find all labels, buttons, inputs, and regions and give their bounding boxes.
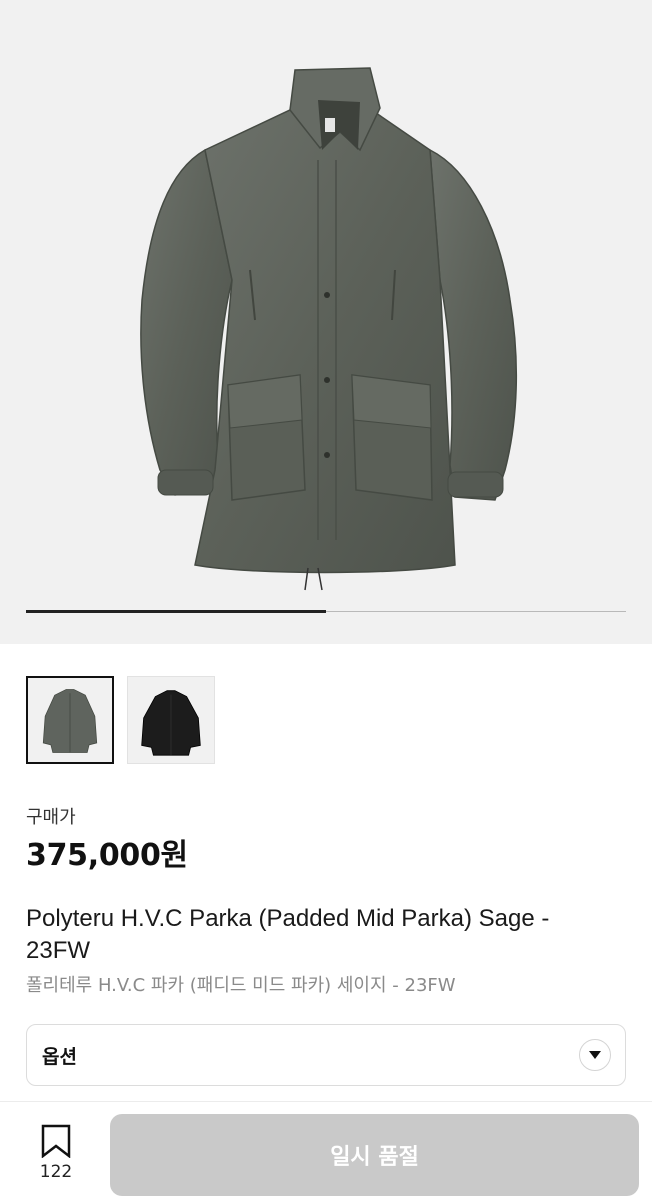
product-subtitle: 폴리테루 H.V.C 파카 (패디드 미드 파카) 세이지 - 23FW xyxy=(26,975,456,996)
bottom-bar-divider xyxy=(0,1101,652,1102)
thumbnail-sage[interactable] xyxy=(26,676,114,764)
product-image-carousel[interactable] xyxy=(0,0,652,644)
price-value: 375,000원 xyxy=(26,838,188,873)
product-page: 구매가 375,000원 Polyteru H.V.C Parka (Padde… xyxy=(0,0,652,1200)
product-title: Polyteru H.V.C Parka (Padded Mid Parka) … xyxy=(26,905,550,964)
bookmark-button[interactable]: 122 xyxy=(28,1124,84,1184)
bookmark-icon xyxy=(41,1124,71,1158)
bookmark-count: 122 xyxy=(39,1162,73,1182)
parka-product-image xyxy=(140,67,518,591)
options-label: 옵션 xyxy=(42,1045,77,1068)
options-select[interactable]: 옵션 xyxy=(26,1024,626,1086)
thumbnail-black[interactable] xyxy=(127,676,215,764)
sage-parka-thumbnail xyxy=(42,689,98,753)
chevron-down-icon xyxy=(579,1039,611,1071)
carousel-progress-indicator xyxy=(26,610,326,613)
carousel-progress-track xyxy=(26,610,626,613)
sold-out-button[interactable]: 일시 품절 xyxy=(110,1114,639,1196)
thumbnail-strip xyxy=(26,676,215,764)
black-parka-thumbnail xyxy=(141,690,201,756)
price-label: 구매가 xyxy=(26,807,76,828)
